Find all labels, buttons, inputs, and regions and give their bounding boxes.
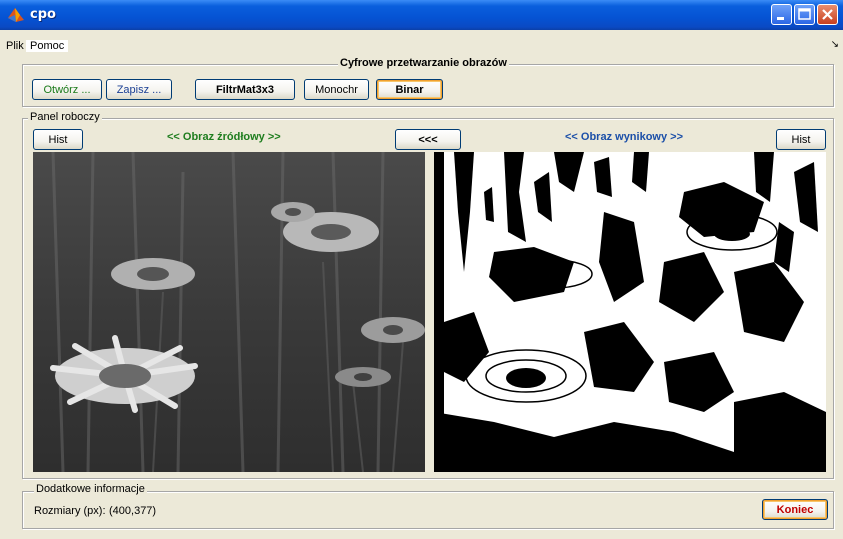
source-image-label: << Obraz źródłowy >> [167,131,281,143]
work-panel-title: Panel roboczy [28,111,102,123]
hist-source-button[interactable]: Hist [33,129,83,150]
menu-chevron-icon: ↘ [830,39,839,50]
minimize-button[interactable] [771,4,792,25]
save-button[interactable]: Zapisz ... [106,79,172,100]
monochrome-button[interactable]: Monochr [304,79,369,100]
menu-plik[interactable]: Plik [4,40,26,52]
result-image [434,152,826,472]
title-bar[interactable]: cpo [0,0,843,30]
maximize-button[interactable] [794,4,815,25]
toolbar-panel-title: Cyfrowe przetwarzanie obrazów [338,57,509,69]
menu-bar: Plik Pomoc ↘ [0,38,843,55]
close-icon [822,9,833,20]
matlab-icon [8,8,24,22]
binarize-button[interactable]: Binar [376,79,443,100]
result-image-label: << Obraz wynikowy >> [565,131,683,143]
filter-button[interactable]: FiltrMat3x3 [195,79,295,100]
copy-back-button[interactable]: <<< [395,129,461,150]
open-button[interactable]: Otwórz ... [32,79,102,100]
close-button[interactable] [817,4,838,25]
minimize-icon [777,17,784,20]
size-value: (400,377) [109,505,157,517]
size-label: Rozmiary (px): [34,505,106,517]
window-title: cpo [30,7,56,22]
close-app-button[interactable]: Koniec [762,499,828,520]
menu-pomoc[interactable]: Pomoc [26,40,69,52]
hist-result-button[interactable]: Hist [776,129,826,150]
info-panel-title: Dodatkowe informacje [34,483,147,495]
source-image [33,152,425,472]
maximize-icon [798,8,811,20]
